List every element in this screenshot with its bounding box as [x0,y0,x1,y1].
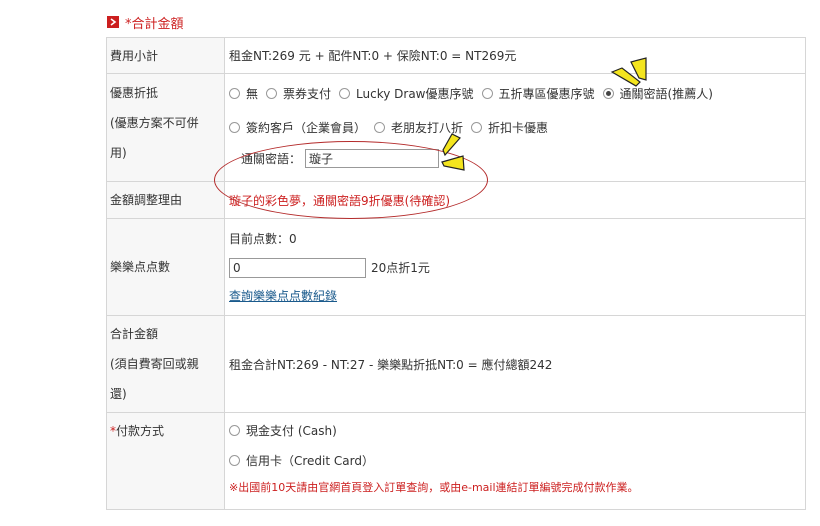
discount-options-row1: 無 票券支付 Lucky Draw優惠序號 五折專區優惠序號 通關密語(推薦人) [229,84,805,102]
passcode-input[interactable] [305,148,440,168]
total-label-line2: (須自費寄回或親 [110,357,199,371]
subtotal-value: 租金NT:269 元 + 配件NT:0 + 保險NT:0 = NT269元 [224,37,806,74]
total-value: 租金合計NT:269 - NT:27 - 樂樂點折抵NT:0 = 應付總額242 [224,315,806,413]
radio-corporate[interactable] [229,121,240,133]
payment-note: ※出國前10天請由官網首頁登入訂單查詢，或由e-mail連結訂單編號完成付款作業… [229,481,639,494]
row-discount: 優惠折抵 (優惠方案不可併 用) 無 票券支付 Lucky Draw優惠序號 五… [106,73,806,182]
row-total: 合計金額 (須自費寄回或親 還) 租金合計NT:269 - NT:27 - 樂樂… [106,315,806,413]
points-rate: 20点折1元 [371,261,430,275]
points-input[interactable] [229,257,366,278]
discount-option-passcode[interactable]: 通關密語(推薦人) [602,85,719,102]
points-history-link[interactable]: 查詢樂樂点点數紀錄 [229,289,337,303]
radio-lucky-draw[interactable] [339,87,351,99]
payment-label-text: 付款方式 [116,424,165,438]
row-adjust-reason: 金額調整理由 璇子的彩色夢，通關密語9折優惠(待確認) [106,181,806,219]
points-input-row: 20点折1元 [229,257,805,279]
total-label: 合計金額 (須自費寄回或親 還) [106,315,225,413]
radio-credit-card[interactable] [229,454,240,466]
row-points: 樂樂点点數 目前点數：0 20点折1元 查詢樂樂点点數紀錄 [106,218,806,316]
discount-options: 無 票券支付 Lucky Draw優惠序號 五折專區優惠序號 通關密語(推薦人)… [224,73,806,182]
payment-options: 現金支付 (Cash) 信用卡（Credit Card） ※出國前10天請由官網… [224,412,806,510]
discount-label-line3: 用) [110,146,127,160]
discount-label-line1: 優惠折抵 [110,86,159,100]
discount-option-half-price[interactable]: 五折專區優惠序號 [481,85,601,102]
radio-none[interactable] [229,87,240,99]
radio-old-friend[interactable] [374,121,386,133]
points-link-row: 查詢樂樂点点數紀錄 [229,286,805,306]
radio-passcode[interactable] [602,87,614,99]
arrow-right-icon [107,16,119,28]
points-current: 目前点數：0 [229,231,297,246]
row-subtotal: 費用小計 租金NT:269 元 + 配件NT:0 + 保險NT:0 = NT26… [106,37,806,74]
order-form-table: 費用小計 租金NT:269 元 + 配件NT:0 + 保險NT:0 = NT26… [106,37,806,510]
points-label: 樂樂点点數 [106,218,225,316]
passcode-field-row: 通關密語： [229,148,805,168]
total-label-line1: 合計金額 [110,327,159,341]
radio-voucher[interactable] [266,87,278,99]
discount-options-row2: 簽約客戶（企業會員） 老朋友打八折 折扣卡優惠 [229,118,805,136]
section-title: *合計金額 [125,16,184,32]
discount-option-corporate[interactable]: 簽約客戶（企業會員） [229,119,372,136]
discount-option-discount-card[interactable]: 折扣卡優惠 [471,119,554,136]
radio-discount-card[interactable] [471,121,483,133]
discount-option-lucky-draw[interactable]: Lucky Draw優惠序號 [339,85,479,102]
radio-half-price[interactable] [481,87,493,99]
adjust-label: 金額調整理由 [106,181,225,219]
payment-option-credit[interactable]: 信用卡（Credit Card） [229,451,805,469]
passcode-label: 通關密語： [241,151,302,166]
points-value: 目前点數：0 20点折1元 查詢樂樂点点數紀錄 [224,218,806,316]
radio-cash[interactable] [229,424,240,436]
payment-option-cash[interactable]: 現金支付 (Cash) [229,421,805,439]
discount-option-old-friend[interactable]: 老朋友打八折 [374,119,469,136]
order-total-page: *合計金額 費用小計 租金NT:269 元 + 配件NT:0 + 保險NT:0 … [0,0,820,526]
payment-label: *付款方式 [106,412,225,510]
discount-label-line2: (優惠方案不可併 [110,116,199,130]
subtotal-label: 費用小計 [106,37,225,74]
discount-option-none[interactable]: 無 [229,85,264,102]
section-header: *合計金額 [107,13,184,32]
discount-option-voucher[interactable]: 票券支付 [266,85,337,102]
row-payment: *付款方式 現金支付 (Cash) 信用卡（Credit Card） ※出國前1… [106,412,806,510]
adjust-value: 璇子的彩色夢，通關密語9折優惠(待確認) [224,181,806,219]
discount-label: 優惠折抵 (優惠方案不可併 用) [106,73,225,182]
total-label-line3: 還) [110,387,127,401]
